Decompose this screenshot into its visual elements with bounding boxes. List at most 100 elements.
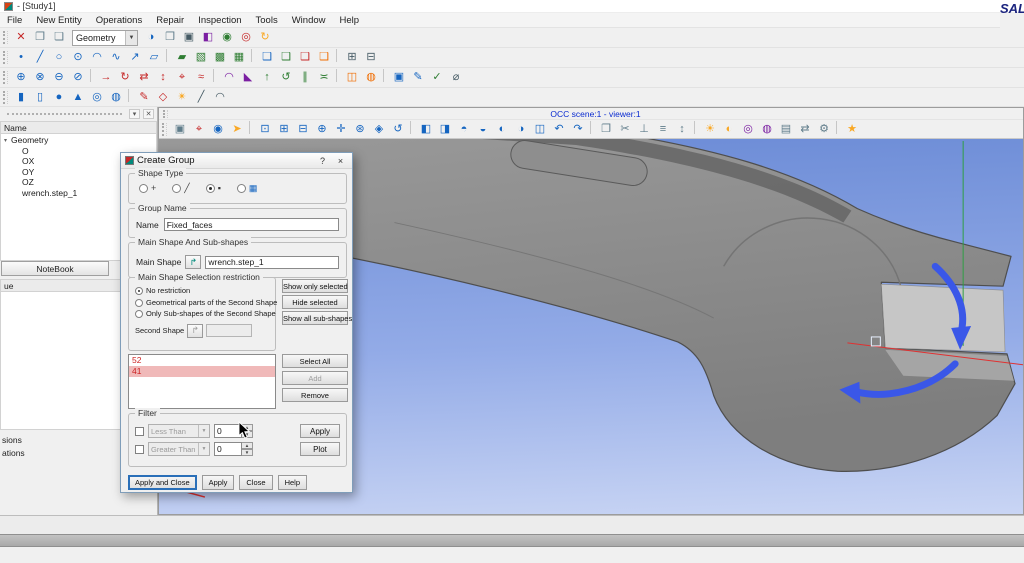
viewer-drag-handle[interactable]: [163, 109, 168, 118]
selection-icon[interactable]: ➤: [228, 121, 246, 138]
rotate-view-icon[interactable]: ↺: [389, 121, 407, 138]
check-shape-icon[interactable]: ✓: [428, 69, 446, 86]
arc-icon[interactable]: ◠: [88, 49, 106, 66]
display-mode-icon[interactable]: ◧: [199, 29, 217, 46]
line-icon[interactable]: ╱: [31, 49, 49, 66]
spin-down-icon[interactable]: ▼: [242, 449, 253, 456]
toolbar-drag-handle[interactable]: [3, 71, 8, 84]
background-icon[interactable]: ▤: [777, 121, 795, 138]
menu-item[interactable]: Help: [333, 13, 367, 28]
tree-expander-icon[interactable]: ▾: [2, 137, 9, 144]
restriction-option[interactable]: Only Sub-shapes of the Second Shape: [135, 309, 276, 321]
iso-view-icon[interactable]: ◫: [531, 121, 549, 138]
compound-icon[interactable]: ▦: [230, 49, 248, 66]
create-group-icon[interactable]: ▣: [390, 69, 408, 86]
translate-icon[interactable]: →: [97, 69, 115, 86]
fillet-icon[interactable]: ◠: [220, 69, 238, 86]
point-icon[interactable]: •: [12, 49, 30, 66]
measure-icon[interactable]: ⌀: [447, 69, 465, 86]
cone-icon[interactable]: ▲: [69, 89, 87, 106]
ellipse-icon[interactable]: ⊙: [69, 49, 87, 66]
filter-condition-combo[interactable]: Greater Than ▼: [148, 442, 210, 456]
update-icon[interactable]: ↻: [256, 29, 274, 46]
dock-splitter[interactable]: [0, 534, 1024, 547]
doc-yellow-icon[interactable]: ❑: [315, 49, 333, 66]
right-view-icon[interactable]: ◑: [512, 121, 530, 138]
position-icon[interactable]: ⌖: [173, 69, 191, 86]
notebook-tab[interactable]: NoteBook: [1, 261, 109, 276]
show-filter-button[interactable]: Hide selected: [282, 295, 348, 309]
restriction-option[interactable]: Geometrical parts of the Second Shape: [135, 298, 277, 310]
geometry-module-icon[interactable]: ◑: [142, 29, 160, 46]
dialog-close-icon[interactable]: ×: [333, 154, 348, 167]
top-view-icon[interactable]: ◓: [455, 121, 473, 138]
box-icon[interactable]: ▮: [12, 89, 30, 106]
edit-group-icon[interactable]: ✎: [409, 69, 427, 86]
toolbar-drag-handle[interactable]: [3, 90, 8, 104]
plane-icon[interactable]: ▱: [145, 49, 163, 66]
line-tool-icon[interactable]: ╱: [192, 89, 210, 106]
partition-icon[interactable]: ◫: [343, 69, 361, 86]
selected-face[interactable]: [881, 283, 1006, 353]
clipping-icon[interactable]: ✂: [616, 121, 634, 138]
dialog-help-icon[interactable]: ?: [315, 154, 330, 167]
ambient-light-icon[interactable]: ☀: [701, 121, 719, 138]
filter-checkbox[interactable]: [135, 444, 144, 454]
radio-button[interactable]: [205, 184, 215, 193]
rotate-icon[interactable]: ↻: [116, 69, 134, 86]
module-combo[interactable]: Geometry ▼: [72, 29, 138, 46]
clone-view-icon[interactable]: ❐: [597, 121, 615, 138]
shape-type-solid[interactable]: ▦: [236, 184, 257, 193]
grid-icon[interactable]: ⊞: [343, 49, 361, 66]
copy-icon[interactable]: ❐: [31, 29, 49, 46]
list-action-button[interactable]: Remove: [282, 388, 348, 402]
dump-view-icon[interactable]: ▣: [171, 121, 189, 138]
show-trihedron-icon[interactable]: ⌖: [190, 121, 208, 138]
filter-action-button[interactable]: Plot: [300, 442, 340, 456]
graduated-axes-icon[interactable]: ≡: [654, 121, 672, 138]
chamfer-icon[interactable]: ◣: [239, 69, 257, 86]
sketch-icon[interactable]: ✎: [135, 89, 153, 106]
global-pan-icon[interactable]: ⊛: [351, 121, 369, 138]
subshape-id-item[interactable]: 41: [129, 366, 275, 377]
solid-icon[interactable]: ▩: [211, 49, 229, 66]
table-icon[interactable]: ⊟: [362, 49, 380, 66]
list-action-button[interactable]: Select All: [282, 354, 348, 368]
group-name-input[interactable]: Fixed_faces: [163, 218, 339, 231]
viewer-toolbar-handle[interactable]: [162, 122, 167, 136]
shading-icon[interactable]: ◐: [720, 121, 738, 138]
torus-icon[interactable]: ◎: [88, 89, 106, 106]
dock-close-icon[interactable]: ✕: [143, 109, 154, 119]
spinbox-value[interactable]: 0: [214, 442, 242, 456]
menu-item[interactable]: Tools: [249, 13, 285, 28]
revolve-icon[interactable]: ↺: [277, 69, 295, 86]
explode-icon[interactable]: ✴: [173, 89, 191, 106]
shape-type-vertex[interactable]: +: [139, 184, 156, 193]
sketch-3d-icon[interactable]: ◇: [154, 89, 172, 106]
cut-icon[interactable]: ⊖: [50, 69, 68, 86]
delete-icon[interactable]: ✕: [12, 29, 30, 46]
dialog-bottom-button[interactable]: Close: [239, 475, 273, 490]
ray-tracing-icon[interactable]: ◎: [739, 121, 757, 138]
toolbar-drag-handle[interactable]: [3, 51, 8, 64]
environment-icon[interactable]: ◍: [758, 121, 776, 138]
menu-item[interactable]: New Entity: [29, 13, 88, 28]
menu-item[interactable]: Window: [285, 13, 333, 28]
archimede-icon[interactable]: ◍: [362, 69, 380, 86]
extrude-icon[interactable]: ↑: [258, 69, 276, 86]
subshape-id-item[interactable]: 52: [129, 355, 275, 366]
radio-button[interactable]: [135, 298, 143, 307]
shape-type-edge[interactable]: ╱: [172, 184, 190, 193]
dialog-bottom-button[interactable]: Apply and Close: [128, 475, 197, 490]
show-filter-button[interactable]: Show only selected: [282, 279, 348, 293]
common-icon[interactable]: ⊗: [31, 69, 49, 86]
front-view-icon[interactable]: ◧: [417, 121, 435, 138]
new-window-icon[interactable]: ❒: [161, 29, 179, 46]
show-filter-button[interactable]: Show all sub-shapes: [282, 311, 352, 325]
fit-all-icon[interactable]: ⊡: [256, 121, 274, 138]
show-all-icon[interactable]: ◉: [218, 29, 236, 46]
sphere-icon[interactable]: ●: [50, 89, 68, 106]
restriction-option[interactable]: No restriction: [135, 286, 275, 298]
scale-icon[interactable]: ↕: [154, 69, 172, 86]
disk-icon[interactable]: ◍: [107, 89, 125, 106]
